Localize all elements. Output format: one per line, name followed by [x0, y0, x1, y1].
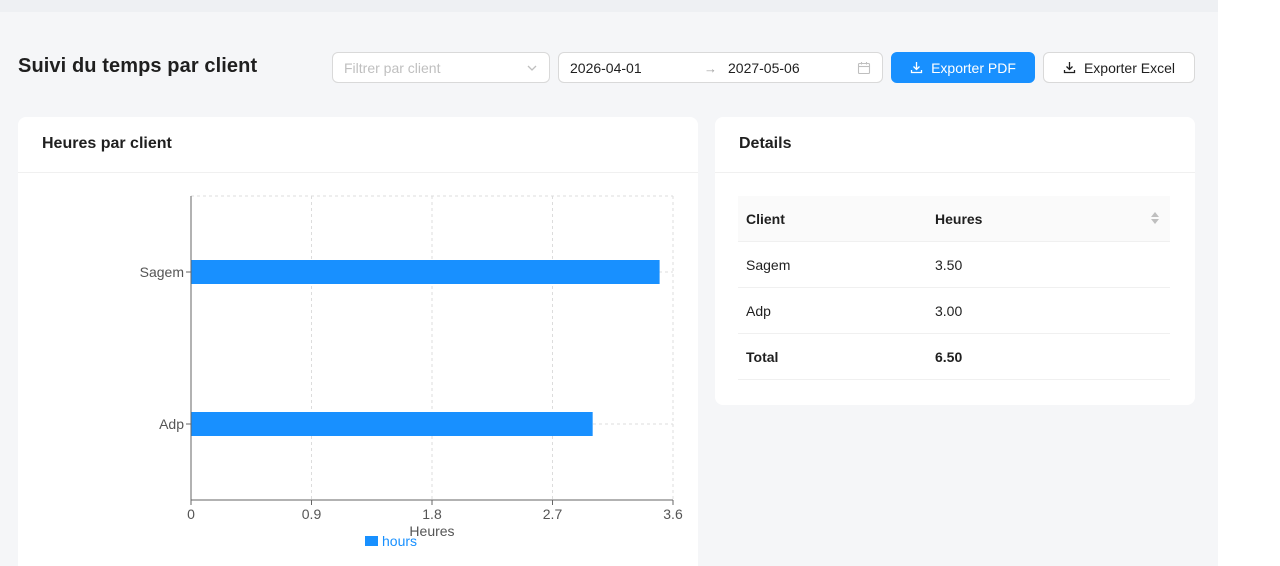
- total-label: Total: [746, 349, 779, 365]
- x-tick-label: 0.9: [302, 506, 322, 522]
- y-tick-label: Sagem: [140, 264, 184, 280]
- sort-icon[interactable]: [1150, 211, 1160, 225]
- row-hours: 3.00: [935, 303, 963, 319]
- column-header-client: Client: [746, 211, 785, 227]
- bar-sagem: [191, 260, 660, 284]
- x-tick-label: 0: [187, 506, 195, 522]
- x-tick-label: 1.8: [422, 506, 442, 522]
- table-row: Sagem 3.50: [738, 242, 1170, 288]
- row-hours: 3.50: [935, 257, 963, 273]
- total-value: 6.50: [935, 349, 963, 365]
- row-client: Sagem: [746, 257, 791, 273]
- table-header-row: Client Heures: [738, 196, 1170, 242]
- legend-swatch: [365, 536, 378, 546]
- y-tick-label: Adp: [159, 416, 184, 432]
- details-card-title: Details: [715, 117, 1195, 173]
- details-table: Client Heures Sagem 3.50 Adp 3.00 Total …: [738, 196, 1170, 380]
- row-client: Adp: [746, 303, 771, 319]
- column-header-hours[interactable]: Heures: [935, 211, 982, 227]
- details-card: Details Client Heures Sagem 3.50 Adp 3.0…: [715, 117, 1195, 405]
- table-row: Adp 3.00: [738, 288, 1170, 334]
- x-tick-label: 2.7: [543, 506, 563, 522]
- total-row: Total 6.50: [738, 334, 1170, 380]
- bar-adp: [191, 412, 593, 436]
- legend-label: hours: [382, 533, 417, 549]
- x-tick-label: 3.6: [663, 506, 683, 522]
